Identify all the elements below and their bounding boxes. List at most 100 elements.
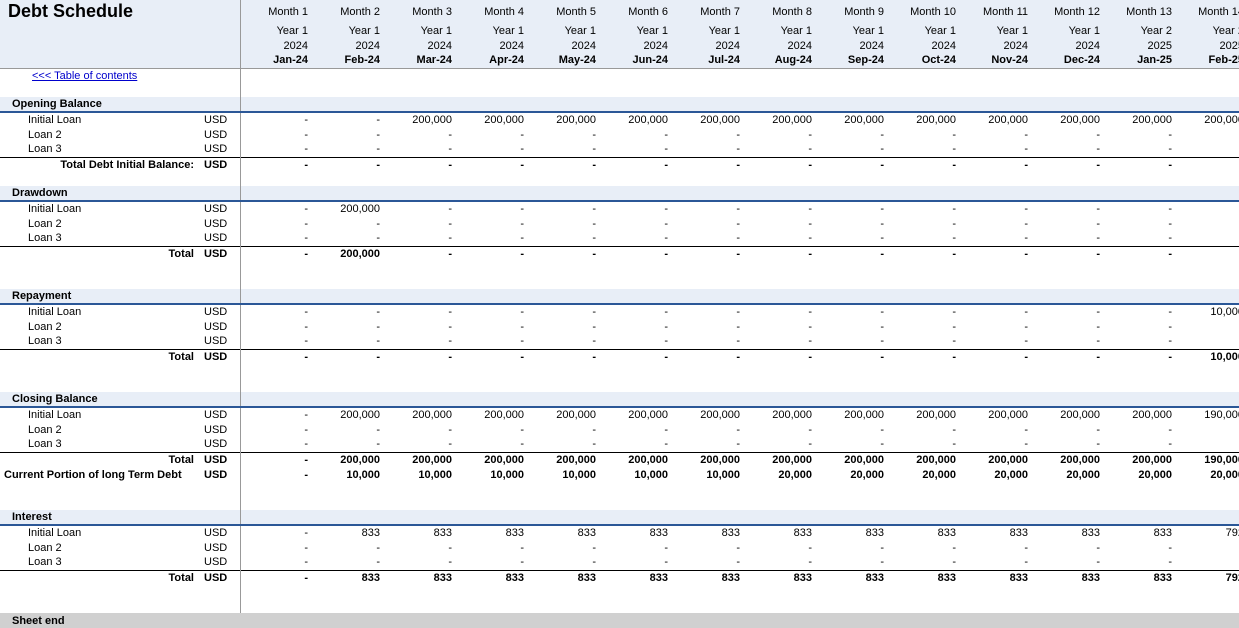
col-month-8: Month 9: [816, 0, 888, 23]
interest-r0-v4: 833: [528, 525, 600, 540]
col-short-6: Jul-24: [672, 53, 744, 68]
col-short-12: Jan-25: [1104, 53, 1176, 68]
opening-r1-v8: -: [816, 127, 888, 142]
col-year-12: Year 2: [1104, 23, 1176, 38]
repayment-total-v6: -: [672, 349, 744, 364]
toc-link-text[interactable]: <<< Table of contents: [18, 70, 137, 82]
section-opening: Opening Balance: [0, 97, 240, 112]
opening-r1-v10: -: [960, 127, 1032, 142]
closing-total-unit: USD: [200, 452, 240, 467]
drawdown-r0-v13: -: [1176, 201, 1239, 216]
drawdown-total-v12: -: [1104, 246, 1176, 261]
interest-r1-v13: -: [1176, 540, 1239, 555]
interest-r2-v4: -: [528, 555, 600, 570]
col-ynum-6: 2024: [672, 38, 744, 53]
repayment-r2-v10: -: [960, 334, 1032, 349]
col-ynum-4: 2024: [528, 38, 600, 53]
closing-extra-label: Current Portion of long Term Debt: [0, 467, 200, 482]
drawdown-r2-v3: -: [456, 231, 528, 246]
drawdown-total-v3: -: [456, 246, 528, 261]
closing-r1-v11: -: [1032, 422, 1104, 437]
repayment-r2-label: Loan 3: [0, 334, 200, 349]
closing-total-v9: 200,000: [888, 452, 960, 467]
interest-r1-v5: -: [600, 540, 672, 555]
closing-total-v8: 200,000: [816, 452, 888, 467]
interest-r0-v3: 833: [456, 525, 528, 540]
interest-r0-v10: 833: [960, 525, 1032, 540]
repayment-r2-v12: -: [1104, 334, 1176, 349]
opening-r2-v10: -: [960, 142, 1032, 157]
repayment-total-v4: -: [528, 349, 600, 364]
opening-r0-v3: 200,000: [456, 112, 528, 127]
interest-r1-v8: -: [816, 540, 888, 555]
closing-r2-v10: -: [960, 437, 1032, 452]
opening-r2-v0: -: [240, 142, 312, 157]
opening-r2-v7: -: [744, 142, 816, 157]
col-short-11: Dec-24: [1032, 53, 1104, 68]
opening-total-v9: -: [888, 157, 960, 172]
interest-r2-v7: -: [744, 555, 816, 570]
drawdown-r2-label: Loan 3: [0, 231, 200, 246]
drawdown-r0-v7: -: [744, 201, 816, 216]
drawdown-r0-v4: -: [528, 201, 600, 216]
drawdown-r0-v9: -: [888, 201, 960, 216]
interest-r2-unit: USD: [200, 555, 240, 570]
col-year-5: Year 1: [600, 23, 672, 38]
section-closing: Closing Balance: [0, 392, 240, 407]
col-year-6: Year 1: [672, 23, 744, 38]
opening-total-v6: -: [672, 157, 744, 172]
drawdown-r1-v5: -: [600, 216, 672, 231]
closing-r1-v2: -: [384, 422, 456, 437]
toc-link[interactable]: <<< Table of contents: [0, 68, 200, 83]
col-ynum-9: 2024: [888, 38, 960, 53]
interest-r2-v6: -: [672, 555, 744, 570]
repayment-r0-v10: -: [960, 304, 1032, 319]
drawdown-r1-v8: -: [816, 216, 888, 231]
repayment-r2-v13: -: [1176, 334, 1239, 349]
repayment-r0-label: Initial Loan: [0, 304, 200, 319]
repayment-r0-v4: -: [528, 304, 600, 319]
repayment-r0-v3: -: [456, 304, 528, 319]
drawdown-total-v10: -: [960, 246, 1032, 261]
col-month-2: Month 3: [384, 0, 456, 23]
interest-r0-v1: 833: [312, 525, 384, 540]
repayment-r1-v5: -: [600, 319, 672, 334]
interest-r1-v11: -: [1032, 540, 1104, 555]
col-year-1: Year 1: [312, 23, 384, 38]
closing-r0-v3: 200,000: [456, 407, 528, 422]
closing-r2-v3: -: [456, 437, 528, 452]
col-year-11: Year 1: [1032, 23, 1104, 38]
closing-r1-v12: -: [1104, 422, 1176, 437]
interest-r0-unit: USD: [200, 525, 240, 540]
closing-r0-v9: 200,000: [888, 407, 960, 422]
opening-r0-v12: 200,000: [1104, 112, 1176, 127]
closing-r1-v10: -: [960, 422, 1032, 437]
closing-r1-v5: -: [600, 422, 672, 437]
opening-r0-v13: 200,000: [1176, 112, 1239, 127]
closing-r1-v1: -: [312, 422, 384, 437]
closing-extra-v1: 10,000: [312, 467, 384, 482]
col-ynum-1: 2024: [312, 38, 384, 53]
closing-extra-v13: 20,000: [1176, 467, 1239, 482]
opening-r2-v6: -: [672, 142, 744, 157]
col-short-0: Jan-24: [240, 53, 312, 68]
drawdown-r2-v6: -: [672, 231, 744, 246]
drawdown-r2-v12: -: [1104, 231, 1176, 246]
closing-extra-v4: 10,000: [528, 467, 600, 482]
repayment-r2-unit: USD: [200, 334, 240, 349]
opening-r1-v4: -: [528, 127, 600, 142]
interest-r1-v0: -: [240, 540, 312, 555]
interest-r2-v2: -: [384, 555, 456, 570]
opening-r1-v13: -: [1176, 127, 1239, 142]
closing-r2-v4: -: [528, 437, 600, 452]
closing-total-v5: 200,000: [600, 452, 672, 467]
repayment-r2-v5: -: [600, 334, 672, 349]
repayment-r2-v6: -: [672, 334, 744, 349]
drawdown-r1-unit: USD: [200, 216, 240, 231]
repayment-r1-v11: -: [1032, 319, 1104, 334]
drawdown-r0-v3: -: [456, 201, 528, 216]
col-ynum-3: 2024: [456, 38, 528, 53]
opening-r2-v11: -: [1032, 142, 1104, 157]
drawdown-total-v1: 200,000: [312, 246, 384, 261]
col-month-13: Month 14: [1176, 0, 1239, 23]
